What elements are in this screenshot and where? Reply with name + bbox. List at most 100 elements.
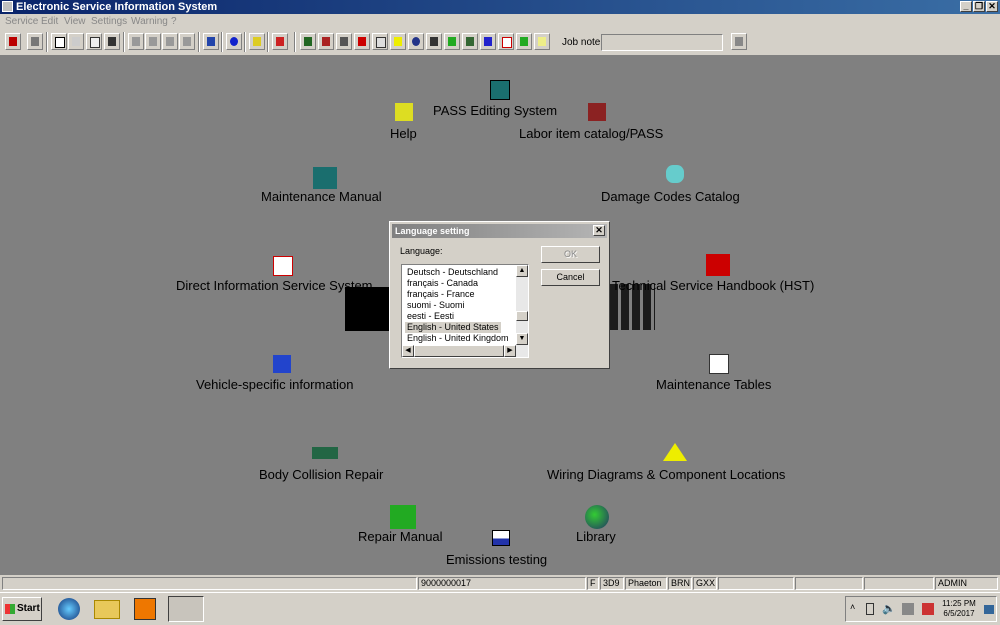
first-page-icon[interactable]	[128, 33, 144, 50]
menu-item-vehicle-specific[interactable]: Vehicle-specific information	[196, 377, 354, 392]
globe-icon[interactable]	[585, 505, 609, 529]
emissions-icon[interactable]	[492, 530, 510, 546]
red-book-icon[interactable]	[354, 33, 370, 50]
start-button[interactable]: Start	[2, 597, 42, 621]
list-item-selected[interactable]: English - United States	[405, 322, 501, 333]
swap-icon[interactable]	[272, 33, 288, 50]
list-item[interactable]: français - Canada	[405, 278, 480, 289]
esi-taskbar-button[interactable]	[168, 596, 204, 622]
pass-icon[interactable]	[490, 80, 510, 100]
menu-item-library[interactable]: Library	[576, 529, 616, 544]
green-tool-icon[interactable]	[444, 33, 460, 50]
menu-edit[interactable]: Edit	[41, 14, 58, 29]
list-item[interactable]: suomi - Suomi	[405, 300, 467, 311]
volume-icon[interactable]: 🔈	[882, 602, 896, 615]
last-page-icon[interactable]	[179, 33, 195, 50]
next-page-icon[interactable]	[162, 33, 178, 50]
book-icon[interactable]	[300, 33, 316, 50]
list-item[interactable]: English - United Kingdom	[405, 333, 511, 344]
restore-button[interactable]: ❐	[973, 1, 985, 12]
menu-item-body-collision[interactable]: Body Collision Repair	[259, 467, 383, 482]
menu-item-help[interactable]: Help	[390, 126, 417, 141]
menu-item-wiring-diagrams[interactable]: Wiring Diagrams & Component Locations	[547, 467, 785, 482]
damage-codes-icon[interactable]	[666, 165, 684, 183]
help-icon[interactable]	[395, 103, 413, 121]
media-player-icon[interactable]	[134, 598, 156, 620]
menu-help[interactable]: ?	[171, 14, 177, 29]
warning-triangle-icon[interactable]	[390, 33, 406, 50]
minimize-button[interactable]: _	[960, 1, 972, 12]
grid-icon[interactable]	[318, 33, 334, 50]
ok-button[interactable]: OK	[541, 246, 600, 263]
new-document-icon[interactable]	[51, 33, 67, 50]
vertical-scrollbar[interactable]: ▲ ▼	[516, 265, 528, 345]
clipboard-check-icon[interactable]	[273, 256, 293, 276]
vertical-scroll-thumb[interactable]	[516, 311, 528, 321]
collision-icon[interactable]	[312, 447, 338, 459]
menu-service[interactable]: Service	[5, 14, 38, 29]
table-icon[interactable]	[372, 33, 388, 50]
disk-icon[interactable]	[426, 33, 442, 50]
menu-item-direct-information[interactable]: Direct Information Service System	[176, 278, 373, 293]
exit-icon[interactable]	[5, 33, 21, 50]
repair-icon[interactable]	[516, 33, 532, 50]
menu-warning[interactable]: Warning	[131, 14, 168, 29]
menu-item-pass-editing-system[interactable]: PASS Editing System	[433, 103, 557, 118]
network-icon[interactable]	[902, 603, 914, 615]
scroll-down-icon[interactable]: ▼	[516, 333, 528, 345]
horizontal-scroll-thumb[interactable]	[414, 345, 504, 357]
table-icon[interactable]	[709, 354, 729, 374]
vehicle-info-icon[interactable]	[273, 355, 291, 373]
internet-explorer-icon[interactable]	[58, 598, 80, 620]
menu-item-labor-catalog[interactable]: Labor item catalog/PASS	[519, 126, 663, 141]
language-listbox[interactable]: Deutsch - Deutschland français - Canada …	[401, 264, 529, 358]
list-item[interactable]: eesti - Eesti	[405, 311, 456, 322]
show-desktop-icon[interactable]	[984, 605, 994, 614]
menu-item-maintenance-tables[interactable]: Maintenance Tables	[656, 377, 771, 392]
globe-icon[interactable]	[408, 33, 424, 50]
vehicle-info-icon[interactable]	[480, 33, 496, 50]
menu-item-maintenance-manual[interactable]: Maintenance Manual	[261, 189, 382, 204]
job-note-input[interactable]	[601, 34, 723, 51]
job-note-edit-icon[interactable]	[731, 33, 747, 50]
info-icon[interactable]	[226, 33, 242, 50]
menu-item-emissions-testing[interactable]: Emissions testing	[446, 552, 547, 567]
tray-expand-icon[interactable]: ˄	[850, 602, 855, 612]
handbook-icon[interactable]	[706, 254, 730, 276]
clipboard-check-icon[interactable]	[498, 33, 514, 50]
print-icon[interactable]	[27, 33, 43, 50]
menu-view[interactable]: View	[64, 14, 86, 29]
gear-icon[interactable]	[336, 33, 352, 50]
menu-item-technical-service-handbook[interactable]: Technical Service Handbook (HST)	[612, 278, 814, 293]
folder-icon[interactable]	[94, 600, 120, 619]
jump-icon[interactable]	[203, 33, 219, 50]
close-button[interactable]: ✕	[986, 1, 998, 12]
dialog-title: Language setting	[395, 226, 470, 236]
app-icon[interactable]	[2, 1, 13, 12]
tray-clock[interactable]: 11:25 PM 6/5/2017	[939, 599, 979, 619]
scroll-up-icon[interactable]: ▲	[516, 265, 528, 277]
repair-manual-icon[interactable]	[390, 505, 416, 529]
cancel-button[interactable]: Cancel	[541, 269, 600, 286]
document-list-icon[interactable]	[86, 33, 102, 50]
battery-icon[interactable]	[866, 603, 874, 615]
scroll-right-icon[interactable]: ▶	[504, 345, 516, 357]
scroll-left-icon[interactable]: ◀	[402, 345, 414, 357]
car-icon[interactable]	[104, 33, 120, 50]
list-item[interactable]: français - France	[405, 289, 477, 300]
warning-triangle-icon[interactable]	[663, 443, 687, 461]
labor-catalog-icon[interactable]	[588, 103, 606, 121]
previous-page-icon[interactable]	[145, 33, 161, 50]
list-item[interactable]: Deutsch - Deutschland	[405, 267, 500, 278]
menu-settings[interactable]: Settings	[91, 14, 127, 29]
dialog-close-button[interactable]: ✕	[593, 225, 605, 236]
notes-icon[interactable]	[534, 33, 550, 50]
menu-item-repair-manual[interactable]: Repair Manual	[358, 529, 443, 544]
edit-document-icon[interactable]	[68, 33, 84, 50]
horizontal-scrollbar[interactable]: ◀ ▶	[402, 345, 528, 357]
maintenance-manual-icon[interactable]	[313, 167, 337, 189]
help-icon[interactable]	[249, 33, 265, 50]
action-center-icon[interactable]	[922, 603, 934, 615]
menu-item-damage-codes[interactable]: Damage Codes Catalog	[601, 189, 740, 204]
car-green-icon[interactable]	[462, 33, 478, 50]
